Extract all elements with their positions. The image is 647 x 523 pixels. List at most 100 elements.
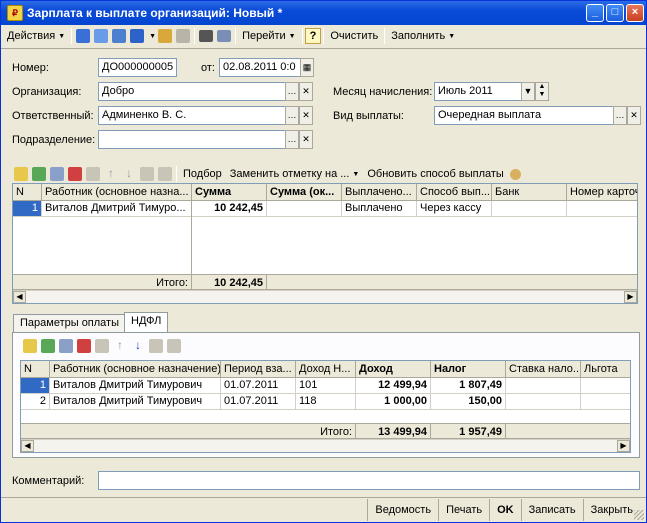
maximize-button[interactable]: □ <box>606 4 624 22</box>
table-cell[interactable]: 2 <box>21 394 50 410</box>
month-field[interactable]: Июль 2011 <box>434 82 522 101</box>
chevron-down-icon[interactable]: ▼ <box>149 33 156 40</box>
tab-payment-params[interactable]: Параметры оплаты <box>13 314 127 332</box>
table-cell[interactable]: Виталов Дмитрий Тимурович <box>50 378 221 394</box>
arrow-down-icon[interactable]: ↓ <box>122 167 136 181</box>
spin-icon[interactable]: ▲ ▼ <box>535 82 549 101</box>
print-button[interactable]: Печать <box>438 498 489 521</box>
post-icon[interactable] <box>158 29 173 43</box>
add-row-icon[interactable] <box>23 339 37 353</box>
table-cell[interactable]: 01.07.2011 <box>221 378 296 394</box>
column-header[interactable]: Работник (основное назначение) <box>50 361 221 378</box>
column-header[interactable]: Доход Н... <box>296 361 356 378</box>
move-icon[interactable] <box>112 29 127 43</box>
save-button[interactable]: Записать <box>520 498 583 521</box>
replace-mark-menu[interactable]: Заменить отметку на ... ▼ <box>226 165 364 183</box>
scroll-right-icon[interactable]: ▶ <box>624 291 637 303</box>
department-field[interactable] <box>98 130 286 149</box>
title-bar[interactable]: ₽ Зарплата к выплате организаций: Новый … <box>1 1 646 25</box>
table-cell[interactable] <box>567 201 637 217</box>
column-header[interactable]: N <box>21 361 50 378</box>
settings-list-icon[interactable] <box>217 30 232 42</box>
table-cell[interactable]: 150,00 <box>431 394 506 410</box>
column-header[interactable]: Сумма <box>192 184 267 201</box>
clear-icon[interactable]: ✕ <box>627 106 641 125</box>
table-cell[interactable]: 101 <box>296 378 356 394</box>
fill-menu[interactable]: Заполнить ▼ <box>387 27 459 45</box>
scroll-right-icon[interactable]: ▶ <box>617 440 630 452</box>
minimize-button[interactable]: _ <box>586 4 604 22</box>
move-first-icon[interactable] <box>76 29 91 43</box>
clear-icon[interactable]: ✕ <box>299 106 313 125</box>
table-cell[interactable]: 1 <box>13 201 42 217</box>
column-header[interactable]: N <box>13 184 42 201</box>
list-icon[interactable] <box>199 30 214 42</box>
structure-icon[interactable] <box>130 29 145 43</box>
table-cell[interactable]: Виталов Дмитрий Тимурович <box>50 394 221 410</box>
delete-row-icon[interactable] <box>77 339 91 353</box>
table-cell[interactable] <box>506 378 581 394</box>
responsible-field[interactable]: Админенко В. С. <box>98 106 286 125</box>
table-cell[interactable]: 01.07.2011 <box>221 394 296 410</box>
copy-row-icon[interactable] <box>41 339 55 353</box>
copy-row-icon[interactable] <box>32 167 46 181</box>
copy-icon[interactable] <box>176 29 191 43</box>
select-icon[interactable]: … <box>285 130 299 149</box>
select-icon[interactable]: … <box>613 106 627 125</box>
chevron-down-icon[interactable]: ▼ <box>521 82 535 101</box>
payment-type-field[interactable]: Очередная выплата <box>434 106 614 125</box>
update-payment-method-button[interactable]: Обновить способ выплаты <box>363 165 507 183</box>
table-cell[interactable]: 10 242,45 <box>192 201 267 217</box>
number-field[interactable]: ДО000000005 <box>98 58 177 77</box>
table-cell[interactable]: 12 499,94 <box>356 378 431 394</box>
date-field[interactable]: 02.08.2011 0:0 <box>219 58 301 77</box>
table-cell[interactable]: 118 <box>296 394 356 410</box>
column-header[interactable]: Период вза... <box>221 361 296 378</box>
clear-icon[interactable]: ✕ <box>299 82 313 101</box>
arrow-up-icon[interactable]: ↑ <box>113 339 127 353</box>
edit-row-icon[interactable] <box>59 339 73 353</box>
table-cell[interactable] <box>506 394 581 410</box>
column-header[interactable]: Ставка нало... <box>506 361 581 378</box>
calendar-icon[interactable]: ▦ <box>300 58 314 77</box>
ndfl-table[interactable]: N Работник (основное назначение) Период … <box>20 360 631 453</box>
user-icon[interactable] <box>509 168 521 180</box>
sort-desc-icon[interactable] <box>158 167 172 181</box>
horizontal-scrollbar[interactable]: ◀ ▶ <box>21 439 630 452</box>
actions-menu[interactable]: Действия ▼ <box>3 27 69 45</box>
table-cell[interactable] <box>581 378 630 394</box>
arrow-down-icon[interactable]: ↓ <box>131 339 145 353</box>
table-cell[interactable]: Выплачено <box>342 201 417 217</box>
scroll-left-icon[interactable]: ◀ <box>21 440 34 452</box>
refresh-icon[interactable] <box>94 29 109 43</box>
column-header[interactable]: Работник (основное назна... <box>42 184 192 201</box>
sort-asc-icon[interactable] <box>140 167 154 181</box>
column-header[interactable]: Доход <box>356 361 431 378</box>
column-header[interactable]: Способ вып... <box>417 184 492 201</box>
column-header[interactable]: Льгота <box>581 361 630 378</box>
table-cell[interactable] <box>267 201 342 217</box>
select-icon[interactable]: … <box>285 106 299 125</box>
table-cell[interactable]: Виталов Дмитрий Тимуро... <box>42 201 192 217</box>
comment-field[interactable] <box>98 471 640 490</box>
column-header[interactable]: Банк <box>492 184 567 201</box>
help-button[interactable]: ? <box>304 28 322 44</box>
table-cell[interactable]: 1 807,49 <box>431 378 506 394</box>
column-header[interactable]: Сумма (ок... <box>267 184 342 201</box>
ok-button[interactable]: OK <box>489 498 521 521</box>
report-button[interactable]: Ведомость <box>367 498 438 521</box>
employees-table[interactable]: N Работник (основное назна... Сумма Сумм… <box>12 183 638 304</box>
organization-field[interactable]: Добро <box>98 82 286 101</box>
horizontal-scrollbar[interactable]: ◀ ▶ <box>13 290 637 303</box>
table-cell[interactable]: Через кассу <box>417 201 492 217</box>
clear-icon[interactable]: ✕ <box>299 130 313 149</box>
clear-button[interactable]: Очистить <box>326 27 382 45</box>
sort-desc-icon[interactable] <box>167 339 181 353</box>
arrow-up-icon[interactable]: ↑ <box>104 167 118 181</box>
table-cell[interactable] <box>581 394 630 410</box>
add-row-icon[interactable] <box>14 167 28 181</box>
end-edit-icon[interactable] <box>95 339 109 353</box>
scroll-left-icon[interactable]: ◀ <box>13 291 26 303</box>
close-window-button[interactable]: × <box>626 4 644 22</box>
column-header[interactable]: Выплачено... <box>342 184 417 201</box>
